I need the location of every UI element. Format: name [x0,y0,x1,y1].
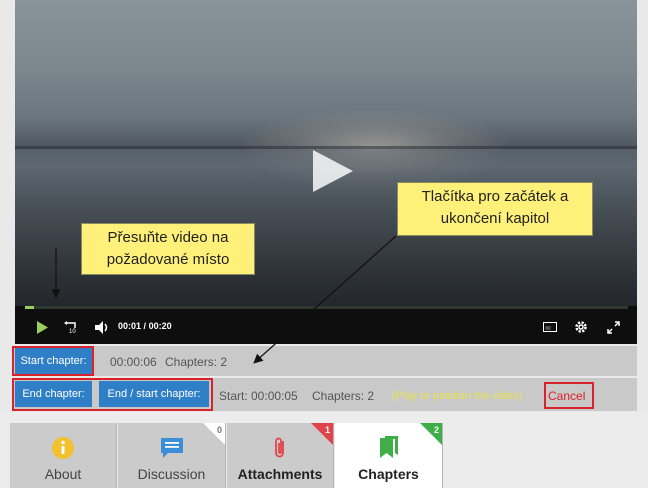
time-separator: / [143,321,147,331]
start-button-highlight [12,346,94,376]
player-controls: 10 00:01 / 00:20 cc [15,306,637,344]
chapters-count: Chapters: 2 [165,355,228,369]
chapter-row-start: Start chapter: 00:00:06 Chapters: 2 [12,346,637,376]
fullscreen-icon[interactable] [606,320,620,334]
attachments-badge: 1 [324,425,330,435]
start-info: Start: 00:00:05 [219,389,298,403]
chapters-badge: 2 [433,425,439,435]
chapters-info: Chapters: 2 [312,389,375,403]
tab-about-label: About [44,466,82,482]
tab-chapters-label: Chapters [358,466,419,482]
svg-text:10: 10 [69,329,76,334]
replay-10-icon[interactable]: 10 [63,320,79,334]
cc-icon[interactable]: cc [543,320,557,334]
play-icon[interactable] [35,320,49,334]
tab-chapters[interactable]: 2 Chapters [335,423,443,488]
bookmark-icon [376,435,402,461]
seek-bar[interactable] [25,306,628,309]
discussion-badge: 0 [216,425,222,435]
info-icon [50,435,76,461]
tab-discussion-label: Discussion [137,466,206,482]
time-total: 00:20 [148,321,172,331]
tab-attachments-label: Attachments [237,466,323,482]
play-overlay-icon[interactable] [311,148,355,194]
settings-icon[interactable] [574,320,588,334]
seek-bar-fill [25,306,35,309]
start-time-value: 00:00:06 [110,355,157,369]
time-display: 00:01 / 00:20 [118,321,172,331]
tab-attachments[interactable]: 1 Attachments [227,423,334,488]
tab-discussion[interactable]: 0 Discussion [118,423,226,488]
seek-callout: Přesuňte video na požadované místo [81,223,255,275]
tab-about[interactable]: About [10,423,117,488]
svg-text:cc: cc [546,326,552,332]
paperclip-icon [267,435,293,461]
end-buttons-highlight [12,378,213,411]
time-current: 00:01 [118,321,142,331]
position-hint: (Play or position the video) [392,390,523,402]
volume-icon[interactable] [95,320,110,334]
buttons-callout: Tlačítka pro začátek a ukončení kapitol [397,182,593,236]
cancel-highlight [544,382,594,409]
chat-icon [159,435,185,461]
